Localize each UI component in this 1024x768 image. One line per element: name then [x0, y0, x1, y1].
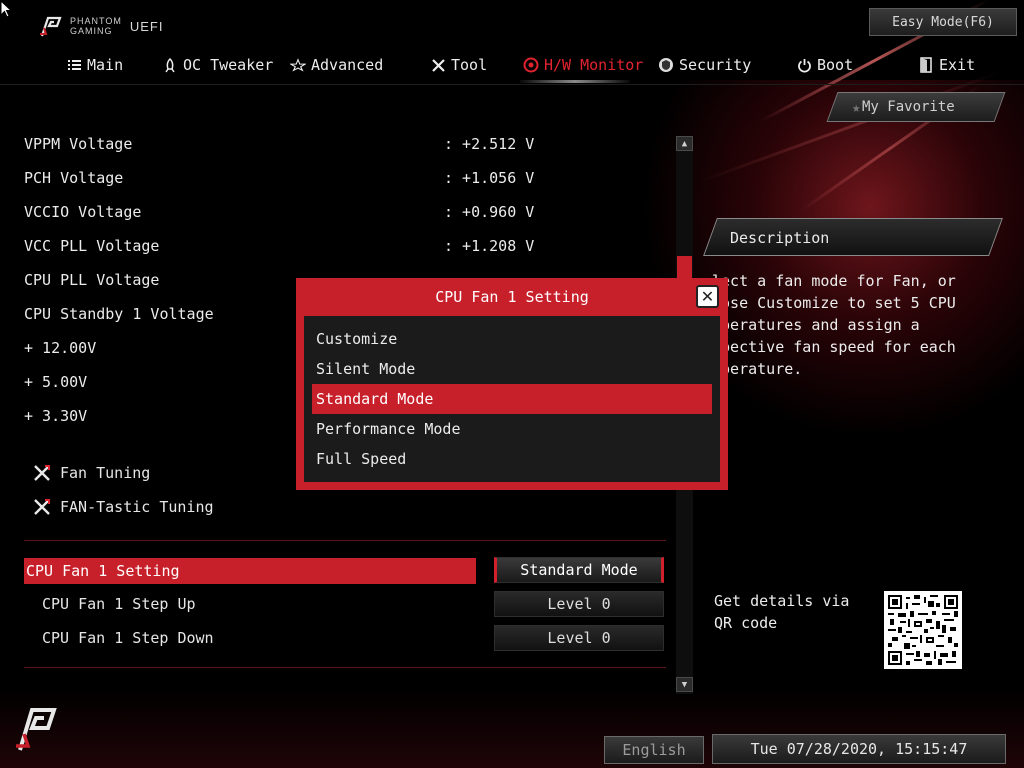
option-standard-mode[interactable]: Standard Mode [312, 384, 712, 414]
list-icon [66, 57, 82, 73]
exit-door-icon [918, 57, 934, 73]
tab-oc-tweaker-label: OC Tweaker [183, 56, 274, 74]
tab-security[interactable]: Security [658, 50, 751, 80]
wrench-screwdriver-icon [32, 463, 52, 483]
shield-icon [658, 57, 674, 73]
cpu-fan-1-setting-row[interactable]: CPU Fan 1 Setting [24, 558, 476, 584]
language-button[interactable]: English [604, 736, 704, 764]
option-silent-mode[interactable]: Silent Mode [312, 354, 712, 384]
cpu-fan-1-setting-value[interactable]: Standard Mode [494, 557, 664, 583]
tab-advanced[interactable]: Advanced [290, 50, 383, 80]
rocket-icon [162, 57, 178, 73]
tab-boot[interactable]: Boot [796, 50, 853, 80]
scrollbar-thumb[interactable] [677, 256, 692, 280]
datetime-display: Tue 07/28/2020, 15:15:47 [712, 734, 1006, 764]
brand-line-2: GAMING [70, 26, 113, 36]
reading-label[interactable]: VPPM Voltage [24, 132, 132, 156]
option-customize[interactable]: Customize [312, 324, 712, 354]
tab-security-label: Security [679, 56, 752, 74]
reading-label[interactable]: + 12.00V [24, 336, 96, 360]
option-performance-mode[interactable]: Performance Mode [312, 414, 712, 444]
tab-exit[interactable]: Exit [918, 50, 975, 80]
dialog-title: CPU Fan 1 Setting [435, 288, 589, 306]
wrench-screwdriver-icon [32, 497, 52, 517]
phantom-gaming-logo-icon [40, 16, 62, 37]
fan-setting-dialog: CPU Fan 1 Setting Customize Silent Mode … [296, 278, 728, 490]
close-icon[interactable]: ✕ [696, 285, 719, 308]
cpu-fan-1-step-up-value[interactable]: Level 0 [494, 591, 664, 617]
tab-main[interactable]: Main [66, 50, 123, 80]
tab-oc-tweaker[interactable]: OC Tweaker [162, 50, 273, 80]
fan-tuning-label: Fan Tuning [60, 464, 151, 482]
reading-label[interactable]: CPU PLL Voltage [24, 268, 159, 292]
nav-divider [0, 84, 1024, 85]
qr-caption: Get details via QR code [714, 592, 850, 632]
star-icon: ★ [852, 100, 861, 116]
brand-name: PHANTOM GAMING [70, 16, 122, 36]
brand-uefi: UEFI [129, 18, 164, 34]
section-divider [24, 540, 666, 541]
main-nav: Main OC Tweaker Advanced Tool H/W Monito… [0, 50, 1024, 82]
scroll-up-button[interactable]: ▲ [676, 136, 693, 151]
reading-label[interactable]: CPU Standby 1 Voltage [24, 302, 214, 326]
description-title: Description [730, 229, 830, 247]
brand-logo: PHANTOM GAMING UEFI [38, 12, 163, 40]
tools-icon [430, 57, 446, 73]
reading-value: : +1.056 V [444, 169, 535, 187]
option-full-speed[interactable]: Full Speed [312, 444, 712, 474]
reading-value: : +2.512 V [444, 135, 535, 153]
reading-value: : +1.208 V [444, 237, 535, 255]
cpu-fan-1-step-down-row[interactable]: CPU Fan 1 Step Down [42, 626, 214, 650]
fan-tastic-tuning-label: FAN-Tastic Tuning [60, 498, 214, 516]
easy-mode-button[interactable]: Easy Mode(F6) [869, 8, 1017, 36]
reading-label[interactable]: + 5.00V [24, 370, 87, 394]
active-tab-indicator [520, 80, 630, 83]
my-favorite-button[interactable]: ★ My Favorite [822, 86, 1008, 128]
tab-hw-monitor-label: H/W Monitor [544, 56, 644, 74]
reading-label[interactable]: VCC PLL Voltage [24, 234, 159, 258]
cpu-fan-1-step-down-value[interactable]: Level 0 [494, 625, 664, 651]
monitor-gauge-icon [523, 57, 539, 73]
mouse-cursor-icon [0, 0, 12, 18]
tab-tool[interactable]: Tool [430, 50, 487, 80]
tab-advanced-label: Advanced [311, 56, 384, 74]
qr-code-icon [884, 591, 962, 669]
reading-label[interactable]: + 3.30V [24, 404, 87, 428]
cpu-fan-1-step-up-row[interactable]: CPU Fan 1 Step Up [42, 592, 196, 616]
fan-tuning-item[interactable]: Fan Tuning [32, 461, 150, 485]
description-text: lect a fan mode for Fan, or oose Customi… [712, 272, 956, 378]
brand-line-1: PHANTOM [70, 16, 122, 26]
tab-hw-monitor[interactable]: H/W Monitor [523, 50, 643, 80]
section-divider [24, 667, 666, 668]
tab-tool-label: Tool [451, 56, 488, 74]
phantom-gaming-logo-icon [16, 708, 57, 751]
reading-label[interactable]: PCH Voltage [24, 166, 123, 190]
power-icon [796, 57, 812, 73]
my-favorite-label: My Favorite [862, 99, 955, 115]
reading-label[interactable]: VCCIO Voltage [24, 200, 141, 224]
tab-exit-label: Exit [939, 56, 976, 74]
star-icon [290, 57, 306, 73]
fan-tastic-tuning-item[interactable]: FAN-Tastic Tuning [32, 495, 214, 519]
dialog-options-list: Customize Silent Mode Standard Mode Perf… [304, 316, 720, 482]
tab-main-label: Main [87, 56, 124, 74]
scroll-down-button[interactable]: ▼ [676, 677, 693, 692]
tab-boot-label: Boot [817, 56, 854, 74]
reading-value: : +0.960 V [444, 203, 535, 221]
